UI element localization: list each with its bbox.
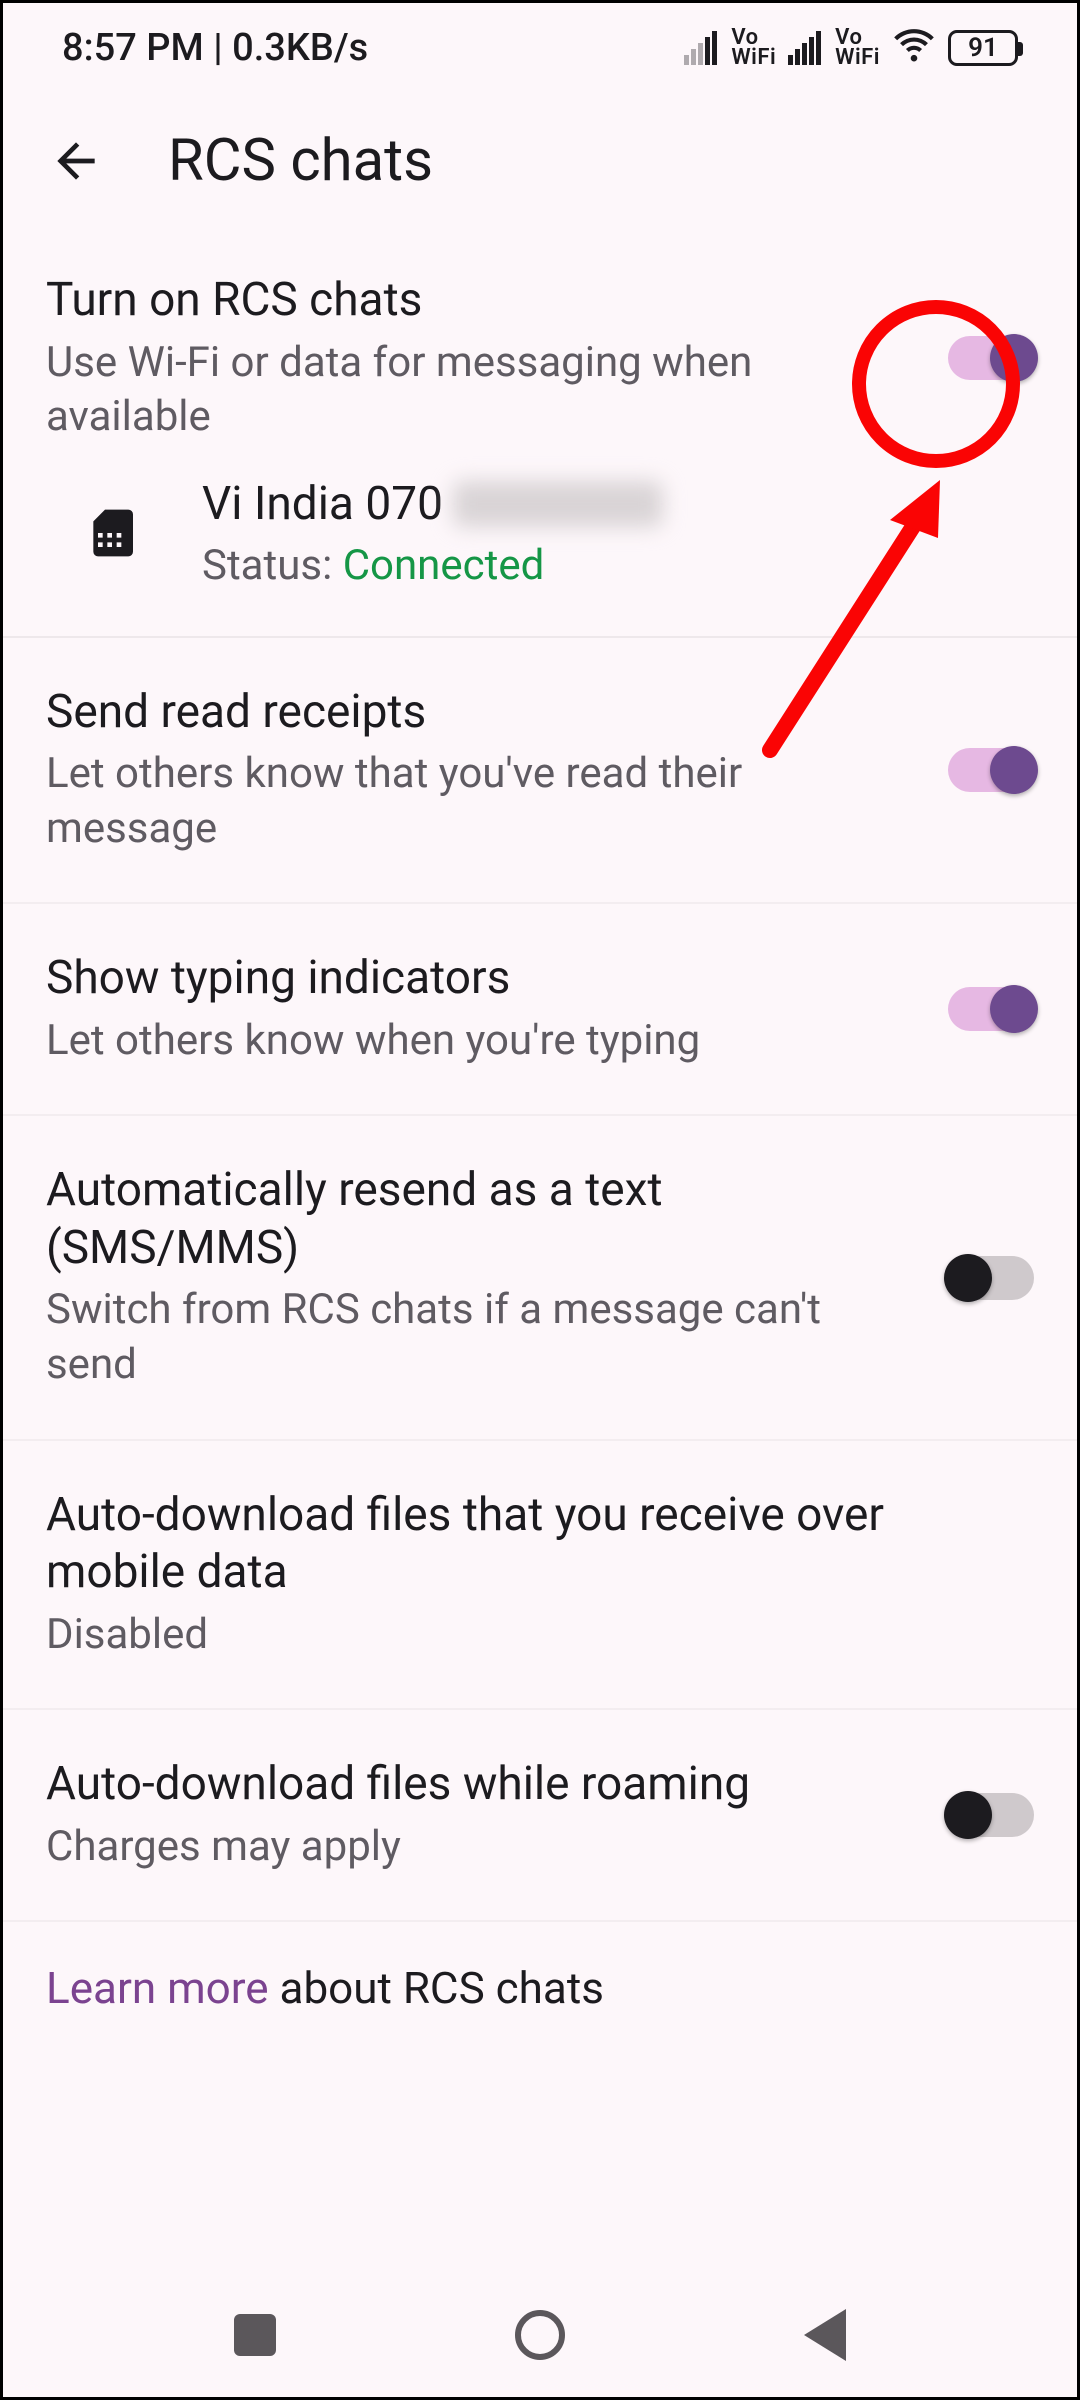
auto-resend-title: Automatically resend as a text (SMS/MMS) xyxy=(46,1162,908,1277)
sim-status-label: Status: xyxy=(202,541,343,590)
status-bar: 8:57 PM | 0.3KB/s Vo WiFi Vo WiFi xyxy=(0,0,1080,96)
auto-resend-subtitle: Switch from RCS chats if a message can't… xyxy=(46,1283,908,1392)
read-receipts-title: Send read receipts xyxy=(46,684,908,742)
row-read-receipts[interactable]: Send read receipts Let others know that … xyxy=(0,638,1080,905)
typing-subtitle: Let others know when you're typing xyxy=(46,1014,908,1069)
learn-more-text: about RCS chats xyxy=(269,1962,604,2014)
header: RCS chats xyxy=(0,96,1080,226)
battery-level: 91 xyxy=(968,33,998,63)
wifi-icon xyxy=(892,21,936,75)
navigation-bar xyxy=(0,2270,1080,2400)
vowifi-indicator-2: Vo WiFi xyxy=(835,28,880,68)
circle-icon xyxy=(515,2310,565,2360)
read-receipts-subtitle: Let others know that you've read their m… xyxy=(46,747,908,856)
sim-name: Vi India 070 xyxy=(202,477,1034,531)
battery-icon: 91 xyxy=(948,30,1018,66)
nav-home-button[interactable] xyxy=(510,2305,570,2365)
rcs-title: Turn on RCS chats xyxy=(46,272,908,330)
status-time: 8:57 PM xyxy=(62,26,204,70)
auto-dl-roaming-title: Auto-download files while roaming xyxy=(46,1756,908,1814)
row-auto-resend[interactable]: Automatically resend as a text (SMS/MMS)… xyxy=(0,1116,1080,1440)
square-icon xyxy=(234,2314,276,2356)
auto-dl-mobile-subtitle: Disabled xyxy=(46,1608,994,1663)
status-speed: 0.3KB/s xyxy=(232,26,368,70)
sim-status-value: Connected xyxy=(343,541,545,590)
read-receipts-toggle[interactable] xyxy=(948,748,1034,792)
row-auto-download-roaming[interactable]: Auto-download files while roaming Charge… xyxy=(0,1710,1080,1922)
settings-list: Turn on RCS chats Use Wi-Fi or data for … xyxy=(0,226,1080,2054)
learn-more-link[interactable]: Learn more xyxy=(46,1962,269,2014)
auto-dl-roaming-subtitle: Charges may apply xyxy=(46,1820,908,1875)
row-sim-status[interactable]: Vi India 070 Status: Connected xyxy=(0,455,1080,638)
back-button[interactable] xyxy=(40,125,112,197)
triangle-icon xyxy=(804,2309,846,2361)
row-turn-on-rcs[interactable]: Turn on RCS chats Use Wi-Fi or data for … xyxy=(0,226,1080,455)
typing-title: Show typing indicators xyxy=(46,950,908,1008)
page-title: RCS chats xyxy=(168,127,433,195)
vowifi-indicator-1: Vo WiFi xyxy=(731,28,776,68)
row-typing-indicators[interactable]: Show typing indicators Let others know w… xyxy=(0,904,1080,1116)
rcs-toggle[interactable] xyxy=(948,336,1034,380)
sim-name-prefix: Vi India 070 xyxy=(202,477,443,531)
rcs-subtitle: Use Wi-Fi or data for messaging when ava… xyxy=(46,336,908,445)
status-sep: | xyxy=(204,26,232,70)
sim-status: Status: Connected xyxy=(202,541,1034,590)
auto-dl-roaming-toggle[interactable] xyxy=(948,1793,1034,1837)
status-right: Vo WiFi Vo WiFi 91 xyxy=(684,21,1018,75)
typing-toggle[interactable] xyxy=(948,987,1034,1031)
sim-card-icon xyxy=(76,497,148,569)
row-auto-download-mobile[interactable]: Auto-download files that you receive ove… xyxy=(0,1441,1080,1711)
arrow-back-icon xyxy=(48,133,104,189)
signal-icon-1 xyxy=(684,31,719,65)
nav-recents-button[interactable] xyxy=(225,2305,285,2365)
row-learn-more[interactable]: Learn more about RCS chats xyxy=(0,1922,1080,2054)
status-left: 8:57 PM | 0.3KB/s xyxy=(62,26,368,70)
nav-back-button[interactable] xyxy=(795,2305,855,2365)
auto-dl-mobile-title: Auto-download files that you receive ove… xyxy=(46,1487,994,1602)
signal-icon-2 xyxy=(788,31,823,65)
sim-number-redacted xyxy=(453,481,663,527)
auto-resend-toggle[interactable] xyxy=(948,1256,1034,1300)
